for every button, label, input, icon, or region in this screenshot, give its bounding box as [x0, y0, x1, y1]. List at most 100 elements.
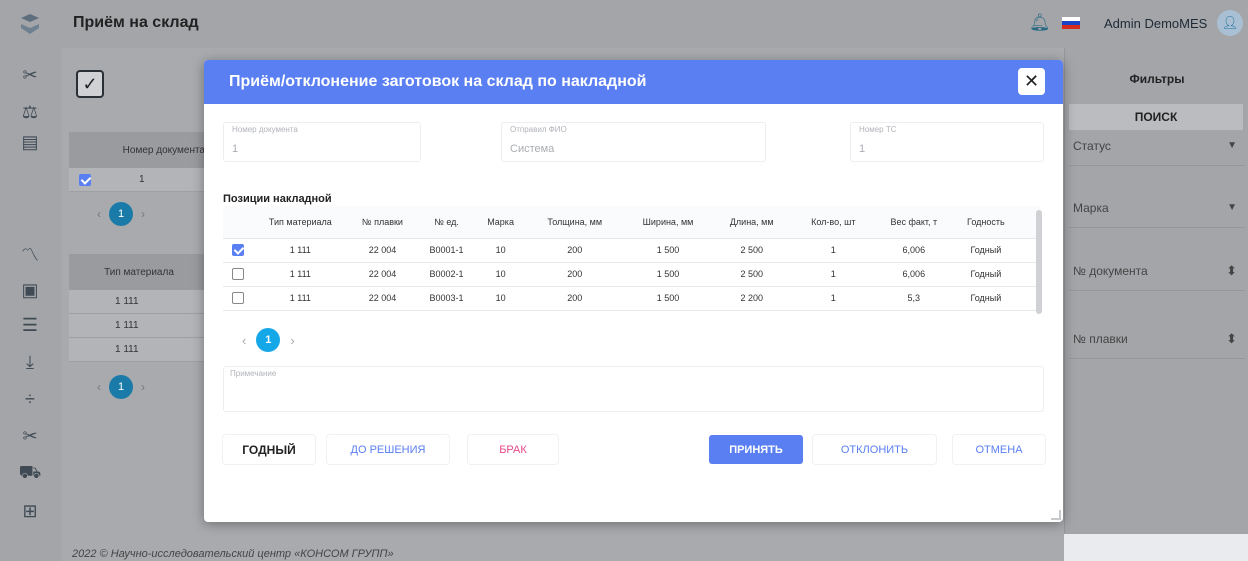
table-cell: 1: [791, 238, 875, 263]
brand-filter[interactable]: Марка ▼: [1069, 188, 1245, 228]
column-header: Кол-во, шт: [791, 206, 875, 239]
sender-field[interactable]: Отправил ФИО Система: [501, 122, 766, 162]
monitor-icon[interactable]: ▣: [18, 278, 42, 302]
reject-button[interactable]: ОТКЛОНИТЬ: [813, 435, 936, 464]
table-row[interactable]: 1 111: [69, 290, 209, 314]
table-row[interactable]: 1 111 22 004 B0003-1 10 200 1 500 2 200 …: [223, 286, 1040, 311]
doc-number-filter[interactable]: № документа ⬍: [1069, 251, 1245, 291]
book-icon[interactable]: ⊞: [18, 499, 42, 523]
row-checkbox[interactable]: [231, 292, 244, 304]
table-row[interactable]: 1 111 22 004 B0001-1 10 200 1 500 2 500 …: [223, 238, 1040, 263]
next-page-icon[interactable]: ›: [141, 207, 145, 221]
accept-button[interactable]: ПРИНЯТЬ: [709, 435, 803, 464]
column-header: Ширина, мм: [624, 206, 712, 239]
table-row[interactable]: 1 111: [69, 314, 209, 338]
table-cell: 1 111: [252, 286, 349, 311]
close-button[interactable]: ✕: [1018, 68, 1045, 95]
page-title: Приём на склад: [73, 14, 199, 31]
filter-label: № документа: [1073, 263, 1148, 278]
user-name[interactable]: Admin DemoMES: [1104, 16, 1207, 31]
row-checkbox-cell[interactable]: [223, 238, 253, 263]
download-icon[interactable]: ⤓: [18, 350, 42, 374]
row-checkbox-cell[interactable]: [223, 262, 253, 287]
modal-title: Приём/отклонение заготовок на склад по н…: [229, 73, 647, 90]
sidebar: ✂ ⚖ ▤ 〽 ▣ ☰ ⤓ ÷ ✂ ⛟ ⊞: [0, 0, 61, 561]
accept-reject-modal: Приём/отклонение заготовок на склад по н…: [204, 60, 1063, 522]
pending-decision-button[interactable]: ДО РЕШЕНИЯ: [327, 435, 449, 464]
field-label: Отправил ФИО: [510, 125, 567, 134]
table-row[interactable]: 1: [69, 168, 209, 192]
prev-page-icon[interactable]: ‹: [97, 380, 101, 394]
page-number[interactable]: 1: [109, 375, 133, 399]
row-checkbox[interactable]: [231, 268, 244, 280]
scissors-icon[interactable]: ✂: [18, 63, 42, 87]
column-header: Вес факт, т: [874, 206, 954, 239]
language-flag-icon[interactable]: [1062, 17, 1080, 29]
stepper-icon[interactable]: ⬍: [1226, 263, 1237, 279]
field-value: 1: [859, 143, 866, 155]
table-scrollbar[interactable]: [1036, 210, 1042, 314]
table-cell: Годный: [953, 286, 1019, 311]
table-header-row: Тип материала № плавки № ед. Марка Толщи…: [223, 206, 1040, 239]
table-cell: B0002-1: [416, 262, 477, 287]
column-header: № ед.: [416, 206, 477, 239]
column-header: Марка: [476, 206, 525, 239]
column-header: Длина, мм: [711, 206, 792, 239]
divide-icon[interactable]: ÷: [18, 387, 42, 411]
note-field[interactable]: Примечание: [223, 366, 1044, 412]
table-cell: Годный: [953, 238, 1019, 263]
next-page-icon[interactable]: ›: [290, 333, 294, 348]
scissors-icon[interactable]: ✂: [18, 424, 42, 448]
table-header: Тип материала: [69, 254, 209, 290]
chevron-down-icon: ▼: [1227, 140, 1237, 151]
cancel-button[interactable]: ОТМЕНА: [953, 435, 1045, 464]
page-number[interactable]: 1: [109, 202, 133, 226]
table-cell: 200: [524, 238, 625, 263]
stepper-icon[interactable]: ⬍: [1226, 331, 1237, 347]
prev-page-icon[interactable]: ‹: [97, 207, 101, 221]
table-cell: 1: [139, 174, 145, 185]
field-label: Номер документа: [232, 125, 298, 134]
melt-number-filter[interactable]: № плавки ⬍: [1069, 319, 1245, 359]
resize-handle-icon[interactable]: [1051, 510, 1061, 520]
doc-number-field[interactable]: Номер документа 1: [223, 122, 421, 162]
user-avatar-icon[interactable]: 👤︎: [1217, 10, 1243, 36]
table-cell: 6,006: [874, 238, 954, 263]
filter-label: Статус: [1073, 138, 1111, 153]
footer: 2022 © Научно-исследовательский центр «К…: [72, 548, 394, 560]
vehicle-number-field[interactable]: Номер ТС 1: [850, 122, 1044, 162]
close-icon: ✕: [1023, 71, 1040, 91]
truck-icon[interactable]: ⛟: [18, 462, 42, 486]
chart-icon[interactable]: 〽: [18, 242, 42, 266]
archive-icon[interactable]: ▤: [18, 130, 42, 154]
scale-icon[interactable]: ⚖: [18, 100, 42, 124]
status-filter[interactable]: Статус ▼: [1069, 126, 1245, 166]
table-cell: 2 500: [711, 262, 792, 287]
defect-button[interactable]: БРАК: [468, 435, 558, 464]
table-cell: 1 111: [252, 238, 349, 263]
accept-check-button[interactable]: ✓: [76, 70, 104, 98]
table-row[interactable]: 1 111: [69, 338, 209, 362]
bell-icon[interactable]: 🔔︎: [1029, 13, 1051, 33]
prev-page-icon[interactable]: ‹: [242, 333, 246, 348]
list-icon[interactable]: ☰: [18, 313, 42, 337]
filter-label: № плавки: [1073, 331, 1128, 346]
table-cell: 200: [524, 286, 625, 311]
row-checkbox[interactable]: [79, 173, 91, 186]
table-cell: 22 004: [348, 238, 417, 263]
page-number[interactable]: 1: [256, 328, 281, 352]
table-cell: 22 004: [348, 286, 417, 311]
pagination: ‹ 1 ›: [97, 375, 145, 399]
table-row[interactable]: 1 111 22 004 B0002-1 10 200 1 500 2 500 …: [223, 262, 1040, 287]
next-page-icon[interactable]: ›: [141, 380, 145, 394]
field-value: 1: [232, 143, 239, 155]
column-header: Толщина, мм: [524, 206, 625, 239]
positions-table: Тип материала № плавки № ед. Марка Толщи…: [223, 206, 1040, 311]
top-bar: Приём на склад 🔔︎ Admin DemoMES 👤︎: [61, 0, 1248, 48]
table-cell: Годный: [953, 262, 1019, 287]
column-header: № плавки: [348, 206, 417, 239]
materials-table: Тип материала 1 111 1 111 1 111: [69, 254, 209, 362]
row-checkbox-cell[interactable]: [223, 286, 253, 311]
good-button[interactable]: ГОДНЫЙ: [223, 435, 315, 464]
row-checkbox[interactable]: [231, 244, 244, 256]
